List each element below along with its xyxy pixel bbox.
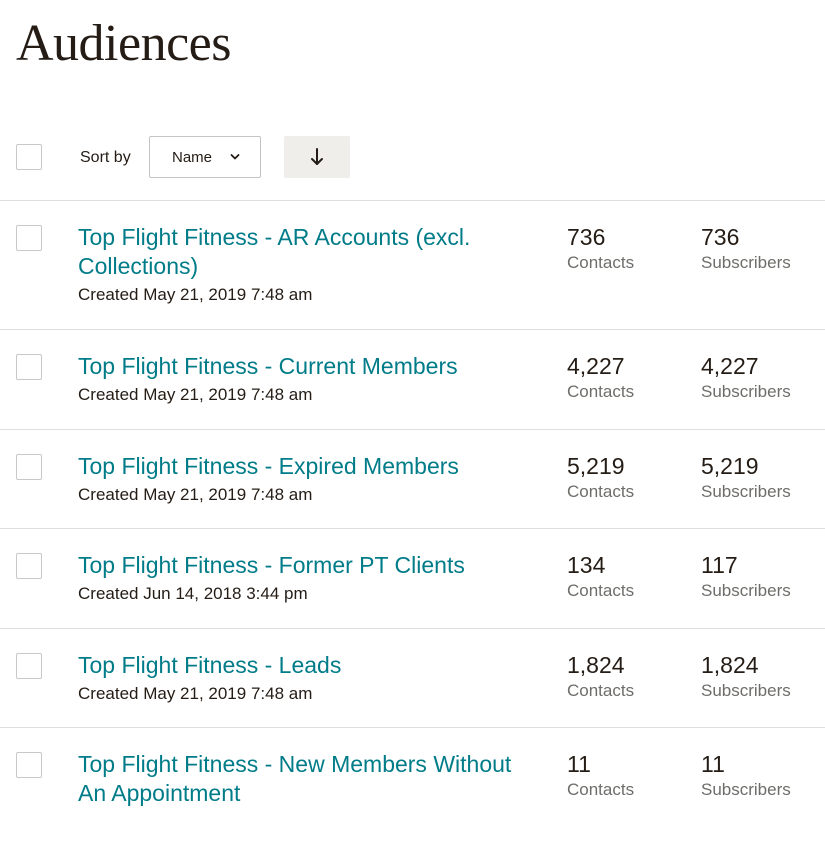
audience-checkbox[interactable]: [16, 553, 42, 579]
audience-created-date: Created May 21, 2019 7:48 am: [78, 285, 313, 304]
subscribers-count: 4,227: [701, 353, 759, 379]
subscribers-label: Subscribers: [701, 382, 791, 401]
contacts-count: 1,824: [567, 652, 625, 678]
audience-name-link[interactable]: Top Flight Fitness - AR Accounts (excl. C…: [78, 223, 558, 281]
sort-by-label: Sort by: [80, 149, 131, 166]
audience-name-line: Top Flight Fitness - Current Members: [78, 353, 458, 379]
subscribers-stat: 4,227 Subscribers: [701, 352, 791, 403]
audience-name-link[interactable]: Top Flight Fitness - Expired Members: [78, 452, 558, 481]
contacts-stat: 4,227 Contacts: [567, 352, 634, 403]
audience-row: Top Flight Fitness - AR Accounts (excl. C…: [0, 200, 825, 329]
contacts-stat: 11 Contacts: [567, 750, 634, 801]
contacts-count: 11: [567, 751, 591, 777]
contacts-label: Contacts: [567, 581, 635, 600]
contacts-count: 4,227: [567, 353, 625, 379]
contacts-label: Contacts: [567, 482, 635, 501]
list-toolbar: Sort by Name: [16, 136, 825, 178]
subscribers-count: 736: [701, 224, 740, 250]
audience-checkbox[interactable]: [16, 354, 42, 380]
subscribers-stat: 1,824 Subscribers: [701, 651, 791, 702]
contacts-stat: 134 Contacts: [567, 551, 634, 602]
subscribers-count: 11: [701, 751, 725, 777]
contacts-stat: 736 Contacts: [567, 223, 634, 274]
subscribers-count: 117: [701, 552, 738, 578]
audience-name-line: Top Flight Fitness - Former PT Clients: [78, 552, 465, 578]
subscribers-label: Subscribers: [701, 253, 791, 272]
audience-checkbox[interactable]: [16, 225, 42, 251]
audience-name-line: Top Flight Fitness - Leads: [78, 652, 342, 678]
subscribers-label: Subscribers: [701, 780, 791, 799]
audience-name-line: An Appointment: [78, 780, 241, 806]
audience-name-line: Top Flight Fitness - New Members Without: [78, 751, 512, 777]
audience-name-link[interactable]: Top Flight Fitness - Former PT Clients: [78, 551, 558, 580]
contacts-stat: 5,219 Contacts: [567, 452, 634, 503]
contacts-label: Contacts: [567, 253, 635, 272]
subscribers-stat: 736 Subscribers: [701, 223, 791, 274]
audience-name-line: Top Flight Fitness - AR Accounts (excl.: [78, 224, 471, 250]
page-title: Audiences: [16, 15, 231, 72]
subscribers-stat: 117 Subscribers: [701, 551, 791, 602]
chevron-down-icon: [230, 154, 240, 160]
contacts-count: 736: [567, 224, 606, 250]
audience-created-date: Created May 21, 2019 7:48 am: [78, 385, 313, 404]
arrow-down-icon: [311, 148, 323, 165]
audience-row: Top Flight Fitness - Former PT Clients Cr…: [0, 528, 825, 628]
sort-by-value: Name: [172, 149, 213, 166]
audience-name-link[interactable]: Top Flight Fitness - Current Members: [78, 352, 558, 381]
contacts-label: Contacts: [567, 382, 635, 401]
contacts-count: 5,219: [567, 453, 625, 479]
audience-row: Top Flight Fitness - New Members Without…: [0, 727, 825, 847]
audience-checkbox[interactable]: [16, 454, 42, 480]
audience-created-date: Created May 21, 2019 7:48 am: [78, 485, 313, 504]
audience-list: Top Flight Fitness - AR Accounts (excl. C…: [0, 200, 825, 847]
audience-row: Top Flight Fitness - Leads Created May 21…: [0, 628, 825, 727]
contacts-label: Contacts: [567, 681, 635, 700]
sort-by-dropdown[interactable]: Name: [149, 136, 261, 178]
audience-row: Top Flight Fitness - Current Members Crea…: [0, 329, 825, 429]
select-all-checkbox[interactable]: [16, 144, 42, 170]
audience-name-link[interactable]: Top Flight Fitness - Leads: [78, 651, 558, 680]
audience-row: Top Flight Fitness - Expired Members Crea…: [0, 429, 825, 528]
subscribers-label: Subscribers: [701, 581, 791, 600]
sort-direction-button[interactable]: [284, 136, 350, 178]
contacts-stat: 1,824 Contacts: [567, 651, 634, 702]
contacts-label: Contacts: [567, 780, 635, 799]
subscribers-stat: 11 Subscribers: [701, 750, 791, 801]
audience-name-line: Collections): [78, 253, 199, 279]
audience-checkbox[interactable]: [16, 653, 42, 679]
contacts-count: 134: [567, 552, 606, 578]
subscribers-count: 1,824: [701, 652, 759, 678]
audience-created-date: Created May 21, 2019 7:48 am: [78, 684, 313, 703]
audience-created-date: Created Jun 14, 2018 3:44 pm: [78, 584, 308, 603]
subscribers-label: Subscribers: [701, 482, 791, 501]
audience-name-link[interactable]: Top Flight Fitness - New Members Without…: [78, 750, 558, 808]
audience-checkbox[interactable]: [16, 752, 42, 778]
subscribers-label: Subscribers: [701, 681, 791, 700]
subscribers-stat: 5,219 Subscribers: [701, 452, 791, 503]
audience-name-line: Top Flight Fitness - Expired Members: [78, 453, 459, 479]
subscribers-count: 5,219: [701, 453, 759, 479]
